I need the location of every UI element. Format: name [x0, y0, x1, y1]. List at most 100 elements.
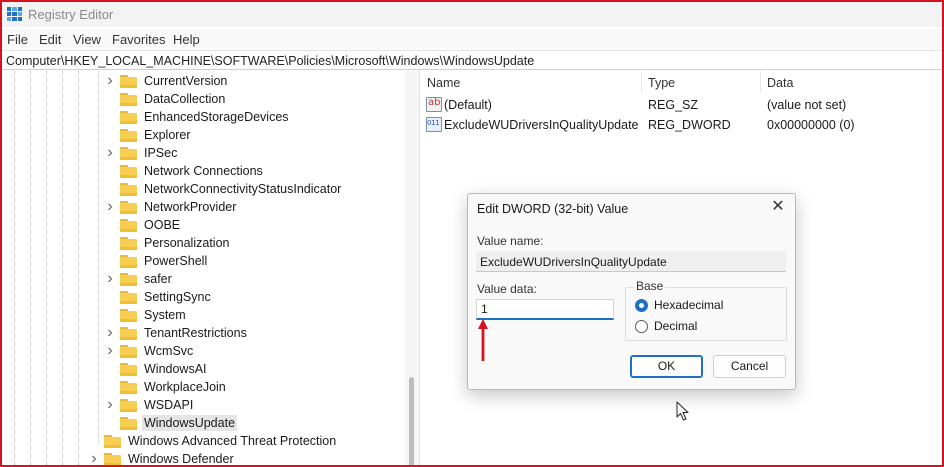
value-row-default[interactable]: (Default) REG_SZ (value not set): [420, 96, 942, 115]
dword-value-icon: [426, 117, 442, 132]
tree-node-label[interactable]: WcmSvc: [142, 343, 195, 359]
tree-node-label[interactable]: EnhancedStorageDevices: [142, 109, 291, 125]
tree-node[interactable]: WindowsUpdate: [105, 414, 238, 432]
value-data-input[interactable]: [476, 299, 614, 320]
menu-view[interactable]: View: [73, 32, 101, 47]
tree-node[interactable]: › WcmSvc: [105, 342, 195, 360]
tree-node-label[interactable]: DataCollection: [142, 91, 227, 107]
folder-icon: [104, 452, 122, 465]
hexadecimal-radio[interactable]: [635, 299, 648, 312]
tree-node[interactable]: Windows Advanced Threat Protection: [89, 432, 338, 450]
tree-node[interactable]: DataCollection: [105, 90, 227, 108]
tree-node-label[interactable]: SettingSync: [142, 289, 213, 305]
tree-node[interactable]: PowerShell: [105, 252, 209, 270]
tree-node-label[interactable]: System: [142, 307, 188, 323]
tree-node[interactable]: › NetworkProvider: [105, 198, 238, 216]
tree-node-label[interactable]: IPSec: [142, 145, 179, 161]
folder-icon: [120, 254, 138, 268]
hexadecimal-label[interactable]: Hexadecimal: [654, 298, 723, 312]
tree-node[interactable]: WindowsAI: [105, 360, 209, 378]
edit-dword-dialog: Edit DWORD (32-bit) Value ✕ Value name: …: [467, 193, 796, 390]
chevron-right-icon[interactable]: ›: [89, 450, 99, 465]
chevron-right-icon[interactable]: ›: [105, 72, 115, 90]
folder-icon: [120, 398, 138, 412]
tree-node-label[interactable]: safer: [142, 271, 174, 287]
chevron-right-icon[interactable]: ›: [105, 324, 115, 342]
tree-node-label[interactable]: OOBE: [142, 217, 182, 233]
folder-icon: [120, 110, 138, 124]
tree-node-label[interactable]: Windows Advanced Threat Protection: [126, 433, 338, 449]
ok-button[interactable]: OK: [630, 355, 703, 378]
tree-node-label[interactable]: NetworkConnectivityStatusIndicator: [142, 181, 343, 197]
screenshot-frame: Registry Editor File Edit View Favorites…: [0, 0, 944, 467]
column-header-data[interactable]: Data: [767, 76, 793, 90]
tree-node[interactable]: › WSDAPI: [105, 396, 195, 414]
address-bar[interactable]: Computer\HKEY_LOCAL_MACHINE\SOFTWARE\Pol…: [2, 50, 942, 70]
tree-node[interactable]: › TenantRestrictions: [105, 324, 249, 342]
folder-icon: [120, 92, 138, 106]
tree-guide-line: [98, 71, 99, 443]
key-tree-pane[interactable]: › CurrentVersion DataCollection EnhancedSto…: [2, 71, 419, 465]
tree-node[interactable]: OOBE: [105, 216, 182, 234]
tree-node-label[interactable]: PowerShell: [142, 253, 209, 269]
tree-node-label[interactable]: Explorer: [142, 127, 193, 143]
folder-icon: [120, 146, 138, 160]
folder-icon: [120, 218, 138, 232]
annotation-arrow-icon: [478, 319, 488, 361]
window-title: Registry Editor: [28, 7, 114, 22]
tree-node[interactable]: Personalization: [105, 234, 231, 252]
chevron-right-icon[interactable]: ›: [105, 396, 115, 414]
tree-node[interactable]: NetworkConnectivityStatusIndicator: [105, 180, 343, 198]
tree-node[interactable]: › safer: [105, 270, 174, 288]
tree-node-label[interactable]: WindowsAI: [142, 361, 209, 377]
chevron-right-icon[interactable]: ›: [105, 198, 115, 216]
decimal-radio[interactable]: [635, 320, 648, 333]
tree-node[interactable]: WorkplaceJoin: [105, 378, 228, 396]
tree-node[interactable]: SettingSync: [105, 288, 213, 306]
tree-node[interactable]: System: [105, 306, 188, 324]
address-path[interactable]: Computer\HKEY_LOCAL_MACHINE\SOFTWARE\Pol…: [6, 54, 534, 68]
menu-file[interactable]: File: [7, 32, 28, 47]
folder-icon: [120, 290, 138, 304]
column-header-name[interactable]: Name: [427, 76, 460, 90]
menu-help[interactable]: Help: [173, 32, 200, 47]
tree-node-label[interactable]: WSDAPI: [142, 397, 195, 413]
tree-node-label[interactable]: Personalization: [142, 235, 231, 251]
menu-favorites[interactable]: Favorites: [112, 32, 165, 47]
tree-node-label[interactable]: CurrentVersion: [142, 73, 229, 89]
value-row-excludewudrivers[interactable]: ExcludeWUDriversInQualityUpdate REG_DWOR…: [420, 116, 942, 135]
tree-node-label[interactable]: NetworkProvider: [142, 199, 238, 215]
column-divider[interactable]: [760, 71, 761, 93]
decimal-label[interactable]: Decimal: [654, 319, 697, 333]
tree-guide-line: [46, 71, 47, 465]
chevron-right-icon[interactable]: ›: [105, 270, 115, 288]
column-divider[interactable]: [641, 71, 642, 93]
tree-node-label[interactable]: TenantRestrictions: [142, 325, 249, 341]
tree-node[interactable]: Network Connections: [105, 162, 265, 180]
tree-node[interactable]: › IPSec: [105, 144, 179, 162]
tree-node[interactable]: EnhancedStorageDevices: [105, 108, 291, 126]
tree-node[interactable]: Explorer: [105, 126, 193, 144]
tree-node[interactable]: › CurrentVersion: [105, 72, 229, 90]
tree-scrollbar[interactable]: [405, 71, 419, 465]
tree-guide-line: [62, 71, 63, 465]
value-name-label: Value name:: [477, 234, 544, 248]
tree-scrollbar-thumb[interactable]: [409, 377, 414, 465]
tree-node-label[interactable]: WindowsUpdate: [142, 415, 238, 431]
close-icon[interactable]: ✕: [770, 199, 786, 215]
tree-node-label[interactable]: WorkplaceJoin: [142, 379, 228, 395]
tree-node-label[interactable]: Network Connections: [142, 163, 265, 179]
tree-node[interactable]: › Windows Defender: [89, 450, 236, 465]
folder-icon: [120, 380, 138, 394]
column-header-type[interactable]: Type: [648, 76, 675, 90]
chevron-right-icon[interactable]: ›: [105, 342, 115, 360]
chevron-right-icon[interactable]: ›: [105, 144, 115, 162]
cancel-button[interactable]: Cancel: [713, 355, 786, 378]
tree-node-label[interactable]: Windows Defender: [126, 451, 236, 465]
menu-edit[interactable]: Edit: [39, 32, 61, 47]
